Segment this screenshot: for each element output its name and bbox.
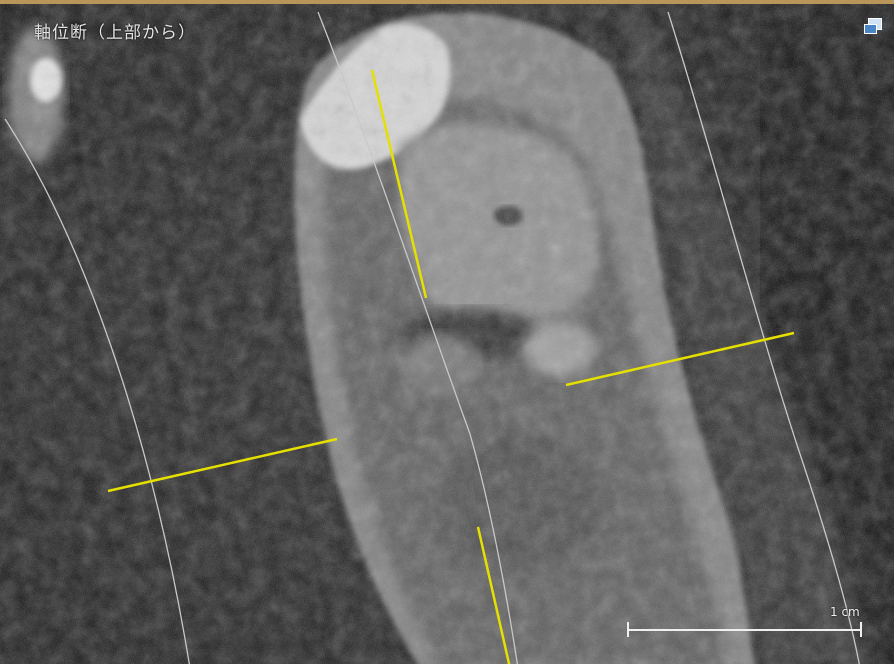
ct-axial-viewport[interactable]: 軸位断（上部から） 1 cm	[0, 0, 894, 664]
window-front-pane	[864, 24, 877, 34]
scale-bar	[627, 622, 862, 637]
guide-line-right	[565, 331, 795, 387]
window-toggle-icon[interactable]	[864, 18, 882, 34]
measurement-overlay	[4, 11, 862, 664]
guide-line-bottom	[476, 526, 511, 664]
guide-line-top	[370, 69, 428, 299]
reference-curve-left	[4, 118, 190, 664]
view-title: 軸位断（上部から）	[34, 23, 196, 43]
scale-bar-label: 1 cm	[830, 605, 860, 619]
reference-curve-right	[667, 11, 860, 664]
